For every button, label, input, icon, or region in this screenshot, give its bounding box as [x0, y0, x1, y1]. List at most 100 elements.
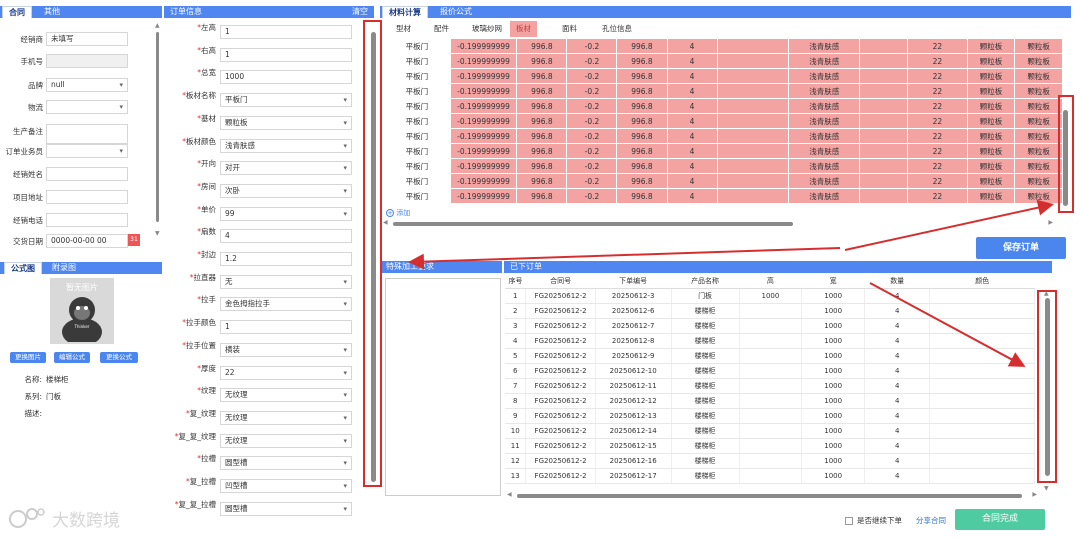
material-cell[interactable]: 浅青肤感: [787, 113, 861, 129]
tab-quote-formula[interactable]: 报价公式: [434, 6, 478, 18]
material-cell[interactable]: 浅青肤感: [787, 128, 861, 144]
orders-hscroll[interactable]: ◀ ▶: [507, 491, 1037, 499]
material-cell[interactable]: -0.2: [566, 143, 618, 159]
material-cell[interactable]: 996.8: [616, 188, 668, 204]
material-cell[interactable]: -0.199999999: [449, 128, 518, 144]
contract-complete-button[interactable]: 合同完成: [955, 509, 1045, 530]
calc-hscroll[interactable]: ◀ ▶: [383, 219, 1053, 227]
material-cell[interactable]: 22: [907, 113, 968, 129]
order-field-input[interactable]: 次卧: [220, 183, 352, 198]
material-cell[interactable]: -0.2: [566, 83, 618, 99]
calendar-icon[interactable]: 31: [128, 234, 140, 246]
material-cell[interactable]: [859, 98, 909, 114]
material-cell[interactable]: [716, 158, 790, 174]
material-row[interactable]: 平板门 -0.199999999 996.8 -0.2 996.8 4 浅青肤感 22 颗粒板颗…: [383, 68, 1063, 84]
field-input[interactable]: null: [46, 78, 128, 92]
material-cell[interactable]: -0.199999999: [449, 53, 518, 69]
material-cell[interactable]: -0.2: [566, 173, 618, 189]
material-cell[interactable]: -0.2: [566, 158, 618, 174]
orders-col-header[interactable]: 序号: [505, 275, 526, 289]
material-cell[interactable]: 浅青肤感: [787, 143, 861, 159]
material-cell[interactable]: 颗粒板: [1014, 113, 1063, 129]
material-cell[interactable]: 颗粒板: [966, 53, 1016, 69]
material-cell[interactable]: 平板门: [383, 128, 451, 144]
material-cell[interactable]: 996.8: [516, 143, 568, 159]
change-image-button[interactable]: 更换图片: [10, 352, 46, 363]
material-cell[interactable]: 浅青肤感: [787, 98, 861, 114]
material-cell[interactable]: 浅青肤感: [787, 158, 861, 174]
material-cell[interactable]: [859, 68, 909, 84]
material-cell[interactable]: 996.8: [516, 128, 568, 144]
order-row[interactable]: 11 FG20250612-2 20250612-15 楼梯柜 1000 4: [505, 438, 1035, 454]
material-cell[interactable]: 颗粒板: [966, 158, 1016, 174]
material-cell[interactable]: [716, 98, 790, 114]
subtab-1[interactable]: 配件: [428, 21, 455, 37]
order-field-input[interactable]: 1: [220, 320, 352, 335]
material-cell[interactable]: 4: [666, 143, 718, 159]
material-cell[interactable]: [716, 68, 790, 84]
orders-col-header[interactable]: 宽: [801, 275, 865, 289]
material-cell[interactable]: 浅青肤感: [787, 173, 861, 189]
material-cell[interactable]: 颗粒板: [966, 188, 1016, 204]
material-cell[interactable]: 颗粒板: [966, 128, 1016, 144]
material-cell[interactable]: 颗粒板: [1014, 83, 1063, 99]
order-field-input[interactable]: 无: [220, 274, 352, 289]
orders-col-header[interactable]: 产品名称: [671, 275, 740, 289]
material-cell[interactable]: 颗粒板: [1014, 143, 1063, 159]
subtab-5[interactable]: 孔位信息: [596, 21, 638, 37]
material-cell[interactable]: 颗粒板: [966, 68, 1016, 84]
material-cell[interactable]: 4: [666, 83, 718, 99]
material-cell[interactable]: 996.8: [616, 158, 668, 174]
orders-col-header[interactable]: 数量: [864, 275, 930, 289]
order-field-input[interactable]: 凹型槽: [220, 479, 352, 493]
material-cell[interactable]: [859, 188, 909, 204]
material-cell[interactable]: 4: [666, 188, 718, 204]
tab-other[interactable]: 其他: [38, 6, 66, 18]
material-cell[interactable]: 22: [907, 83, 968, 99]
material-cell[interactable]: 22: [907, 38, 968, 54]
orders-col-header[interactable]: 高: [739, 275, 802, 289]
share-contract-link[interactable]: 分享合同: [916, 515, 946, 526]
order-field-input[interactable]: 圆型槽: [220, 501, 352, 516]
order-row[interactable]: 13 FG20250612-2 20250612-17 楼梯柜 1000 4: [505, 468, 1035, 484]
material-cell[interactable]: [859, 158, 909, 174]
orders-col-header[interactable]: 颜色: [929, 275, 1035, 289]
field-input[interactable]: 0000-00-00 00: [46, 234, 128, 248]
order-field-input[interactable]: 无纹理: [220, 410, 352, 425]
continue-order-checkbox[interactable]: [845, 517, 853, 525]
material-cell[interactable]: -0.199999999: [449, 158, 518, 174]
material-cell[interactable]: 颗粒板: [1014, 53, 1063, 69]
material-cell[interactable]: 颗粒板: [966, 143, 1016, 159]
material-cell[interactable]: 浅青肤感: [787, 68, 861, 84]
order-row[interactable]: 6 FG20250612-2 20250612-10 楼梯柜 1000 4: [505, 363, 1035, 379]
subtab-4[interactable]: 面料: [556, 21, 583, 37]
orders-scroll-down-icon[interactable]: ▼: [1044, 485, 1049, 492]
material-cell[interactable]: [859, 143, 909, 159]
order-row[interactable]: 12 FG20250612-2 20250612-16 楼梯柜 1000 4: [505, 453, 1035, 469]
material-cell[interactable]: -0.199999999: [449, 83, 518, 99]
material-cell[interactable]: [716, 143, 790, 159]
material-cell[interactable]: [716, 128, 790, 144]
material-cell[interactable]: 平板门: [383, 83, 451, 99]
tab-material-calc[interactable]: 材料计算: [382, 6, 428, 18]
material-cell[interactable]: [859, 128, 909, 144]
material-row[interactable]: 平板门 -0.199999999 996.8 -0.2 996.8 4 浅青肤感 22 颗粒板颗…: [383, 38, 1063, 54]
order-field-input[interactable]: 1: [220, 47, 352, 62]
order-row[interactable]: 3 FG20250612-2 20250612-7 楼梯柜 1000 4: [505, 318, 1035, 334]
field-input[interactable]: [46, 124, 128, 144]
orders-col-header[interactable]: 合同号: [525, 275, 596, 289]
material-cell[interactable]: -0.2: [566, 38, 618, 54]
material-cell[interactable]: -0.2: [566, 113, 618, 129]
material-row[interactable]: 平板门 -0.199999999 996.8 -0.2 996.8 4 浅青肤感 22 颗粒板颗…: [383, 143, 1063, 159]
material-cell[interactable]: 22: [907, 53, 968, 69]
material-cell[interactable]: [716, 173, 790, 189]
material-cell[interactable]: -0.199999999: [449, 188, 518, 204]
material-cell[interactable]: 颗粒板: [1014, 128, 1063, 144]
order-field-input[interactable]: 对开: [220, 161, 352, 176]
material-cell[interactable]: 4: [666, 173, 718, 189]
special-textarea[interactable]: [385, 278, 501, 496]
order-field-input[interactable]: 圆型槽: [220, 456, 352, 471]
subtab-3[interactable]: 板材: [510, 21, 537, 37]
material-row[interactable]: 平板门 -0.199999999 996.8 -0.2 996.8 4 浅青肤感 22 颗粒板颗…: [383, 188, 1063, 204]
order-field-input[interactable]: 颗粒板: [220, 115, 352, 130]
